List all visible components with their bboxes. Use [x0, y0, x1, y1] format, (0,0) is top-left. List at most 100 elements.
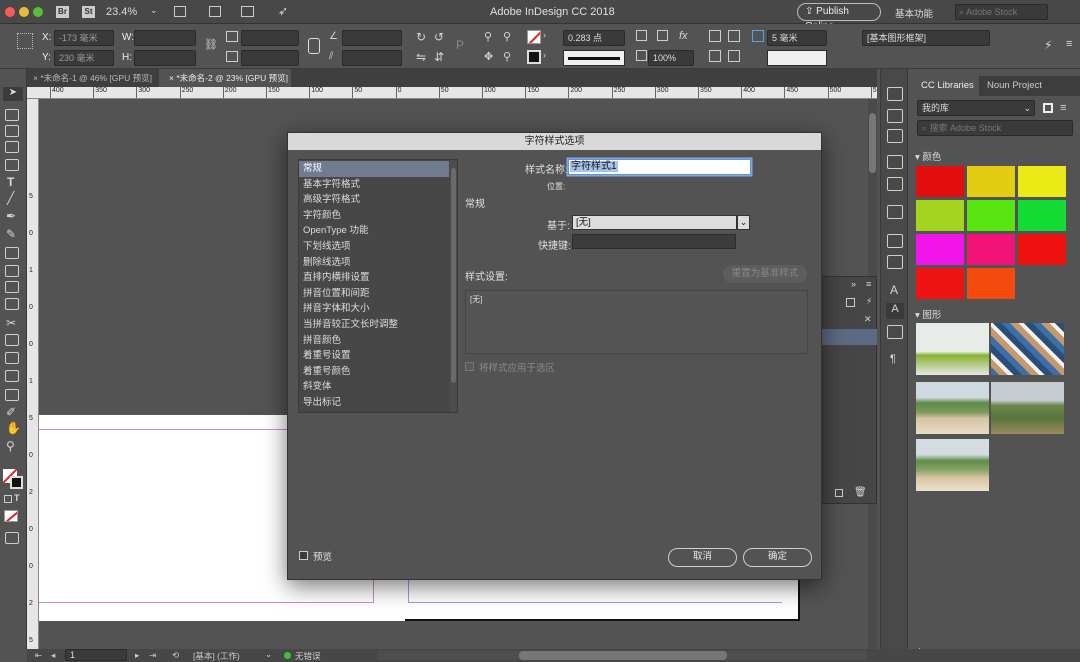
fill-none-swatch[interactable]	[527, 30, 541, 44]
content-collector-icon[interactable]	[5, 159, 19, 171]
category-item[interactable]: 下划线选项	[299, 239, 449, 255]
panel-new-style-icon[interactable]	[835, 489, 843, 497]
color-swatch[interactable]	[916, 268, 964, 299]
gradient-feather-icon[interactable]	[5, 370, 19, 382]
scroll-thumb[interactable]	[869, 113, 876, 173]
swatches-icon[interactable]	[887, 205, 903, 219]
character-panel-icon[interactable]: A	[890, 283, 898, 297]
fill-stroke-swatch[interactable]	[3, 469, 23, 489]
apply-to-selection-checkbox[interactable]	[465, 362, 474, 371]
color-swatch[interactable]	[1018, 234, 1066, 265]
color-swatch[interactable]	[916, 200, 964, 231]
list-view-icon[interactable]: ≡	[1060, 102, 1066, 114]
colors-section-header[interactable]: ▾ 颜色	[915, 149, 941, 163]
quick-apply-icon[interactable]: ⚡	[1044, 38, 1052, 52]
control-menu-icon[interactable]: ≡	[1066, 38, 1072, 50]
rotate-ccw-icon[interactable]: ↺	[434, 30, 444, 44]
first-page-icon[interactable]: ⇤	[35, 650, 42, 661]
workspace-switcher[interactable]: 基本功能	[895, 6, 933, 20]
category-scrollbar[interactable]	[450, 160, 457, 412]
color-swatch[interactable]	[967, 234, 1015, 265]
panel-delete-icon[interactable]: 🗑	[854, 487, 867, 498]
fill-menu-icon[interactable]: ›	[543, 30, 546, 40]
pen-tool-icon[interactable]: ✒	[6, 209, 16, 223]
library-select[interactable]: 我的库 ⌄	[917, 100, 1035, 116]
eyedropper-tool-icon[interactable]: ✐	[6, 405, 16, 419]
reset-to-base-button[interactable]: 重置为基准样式	[723, 265, 807, 283]
line-tool-icon[interactable]: ╱	[7, 191, 14, 205]
scissors-tool-icon[interactable]: ✂	[6, 316, 16, 330]
category-item[interactable]: 拼音字体和大小	[299, 301, 449, 317]
pencil-tool-icon[interactable]: ✎	[6, 227, 16, 241]
rectangle-tool-icon[interactable]	[5, 265, 19, 277]
note-tool-icon[interactable]	[5, 389, 19, 401]
cc-libraries-icon[interactable]	[887, 87, 903, 101]
auto-fit-icon[interactable]	[752, 30, 764, 42]
bridge-badge[interactable]: Br	[56, 6, 69, 18]
reference-point-icon[interactable]	[17, 33, 33, 49]
category-scroll-thumb[interactable]	[451, 168, 456, 383]
layers-icon[interactable]	[887, 109, 903, 123]
last-page-icon[interactable]: ⇥	[149, 650, 156, 661]
effects-icon[interactable]	[657, 30, 668, 41]
shortcut-input[interactable]	[572, 234, 736, 249]
ok-button[interactable]: 确定	[743, 548, 812, 567]
color-swatch[interactable]	[1018, 200, 1066, 231]
paragraph-styles-icon[interactable]	[887, 325, 903, 339]
fx-icon[interactable]: fx	[679, 30, 688, 42]
selection-tool-icon[interactable]: ➤	[3, 87, 23, 101]
color-panel-icon[interactable]	[887, 177, 903, 191]
style-name-input[interactable]: 字符样式1	[568, 159, 751, 175]
hand-tool-icon[interactable]: ✋	[6, 421, 21, 435]
publish-arrow-icon[interactable]: ➶	[278, 4, 288, 18]
formatting-affects-container-icon[interactable]	[4, 495, 12, 503]
stroke-panel-icon[interactable]	[887, 155, 903, 169]
rotate-field[interactable]	[342, 30, 402, 46]
y-field[interactable]: 230 毫米	[54, 50, 114, 66]
horizontal-scrollbar[interactable]	[377, 651, 867, 660]
color-swatch[interactable]	[916, 166, 964, 197]
distribute-icon[interactable]	[728, 50, 740, 62]
gradient-tool-icon[interactable]	[5, 352, 19, 364]
based-on-select[interactable]: [无] ⌄	[572, 215, 750, 230]
screen-mode-tool-icon[interactable]	[5, 532, 19, 544]
scroll-thumb[interactable]	[519, 651, 727, 660]
category-item[interactable]: 直排内横排设置	[299, 270, 449, 286]
color-swatch[interactable]	[916, 234, 964, 265]
link-scale-icon[interactable]	[308, 38, 320, 54]
free-transform-tool-icon[interactable]	[5, 334, 19, 346]
category-item[interactable]: 斜变体	[299, 379, 449, 395]
apply-none-icon[interactable]	[4, 510, 18, 522]
graphic-thumb-karst-valley[interactable]	[991, 382, 1064, 434]
chevron-down-icon[interactable]: ⌄	[150, 5, 158, 16]
next-page-icon[interactable]: ▸	[135, 650, 139, 661]
grid-view-icon[interactable]	[1043, 103, 1053, 113]
x-field[interactable]: -173 毫米	[54, 30, 114, 46]
select-prev-icon[interactable]: ⚲	[503, 30, 511, 43]
color-swatch[interactable]	[1018, 166, 1066, 197]
shear-field[interactable]	[342, 50, 402, 66]
preview-checkbox[interactable]	[299, 551, 308, 560]
stock-search-input[interactable]: ⌕ 搜索 Adobe Stock	[917, 120, 1073, 136]
w-field[interactable]	[134, 30, 196, 46]
graphic-thumb-grass[interactable]	[916, 323, 989, 375]
align-icon[interactable]	[709, 50, 721, 62]
document-tab-2[interactable]: × *未命名-2 @ 23% [GPU 预览]	[159, 69, 291, 87]
category-item[interactable]: 拼音颜色	[299, 333, 449, 349]
text-wrap-bbox-icon[interactable]	[728, 30, 740, 42]
panel-expand-icon[interactable]: »	[851, 279, 856, 289]
open-page-icon[interactable]: ⟲	[172, 650, 179, 661]
opacity-field[interactable]: 100%	[648, 50, 694, 66]
graphic-thumb-karst-beach[interactable]	[916, 382, 989, 434]
scale-y-field[interactable]	[241, 50, 299, 66]
color-swatch[interactable]	[967, 268, 1015, 299]
publish-online-button[interactable]: ⇪ Publish Online	[797, 3, 881, 32]
category-item[interactable]: 基本字符格式	[299, 177, 449, 193]
gradient-panel-icon[interactable]	[887, 234, 903, 248]
graphics-section-header[interactable]: ▾ 图形	[915, 307, 941, 321]
direct-select-tool-icon[interactable]	[5, 109, 19, 121]
links-icon[interactable]	[887, 129, 903, 143]
selected-style-row[interactable]	[821, 329, 877, 345]
flip-vertical-icon[interactable]: ⇵	[434, 50, 444, 64]
category-item[interactable]: 字符颜色	[299, 208, 449, 224]
